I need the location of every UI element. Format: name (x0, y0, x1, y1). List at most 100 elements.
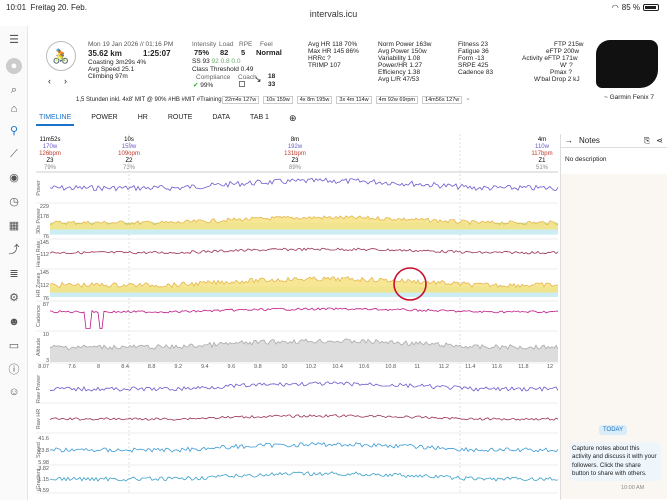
cadence: Cadence 83 (458, 69, 494, 76)
chart-row-30s-power[interactable]: 30s Power22917876 (36, 204, 559, 240)
redacted-image (596, 40, 658, 88)
chart-row-altitude[interactable]: Altitude103 (36, 332, 559, 364)
tab-data[interactable]: DATA (209, 112, 233, 126)
tab-hr[interactable]: HR (135, 112, 151, 126)
device-name: ~ Garmin Fenix 7 (604, 94, 655, 101)
compliance-value: ✔ 99% (193, 82, 214, 89)
max-hr: Max HR 145 86% (308, 48, 359, 55)
smiley-icon[interactable]: ☺ (6, 384, 22, 400)
chart-row-raw-power[interactable]: Raw Power (36, 375, 559, 404)
ss-row: SS 93 92 0.8 0.0 (192, 58, 241, 65)
add-tab-icon[interactable]: ⊕ (286, 112, 300, 126)
share-icon[interactable]: ⋖ (656, 136, 663, 145)
interval-chip[interactable]: 14m56s 127w (422, 96, 463, 104)
chart-row-speed[interactable]: Speed41.623.85.98 (36, 436, 559, 466)
x-tick: 11.6 (492, 364, 502, 370)
url-bar[interactable]: intervals.icu (0, 9, 667, 19)
variability: Variability 1.08 (378, 55, 421, 62)
chart-row-power[interactable]: Power (36, 177, 559, 204)
message-time: 10:00 AM (621, 485, 645, 491)
x-tick: 11.4 (465, 364, 475, 370)
interval-chip[interactable]: 10s 159w (263, 96, 293, 104)
chart-row-hr-zones[interactable]: HR Zones14511276 (36, 270, 559, 302)
ratio-a: 18 (268, 73, 276, 80)
attach-icon[interactable]: ⎘ (644, 136, 650, 146)
y-tick: 145 (40, 240, 49, 246)
feel-select[interactable]: Normal (256, 48, 282, 57)
zone-fill (50, 215, 558, 230)
timeline-chart[interactable]: 11m52s 170w 126bpm Z3 79% 10s 159w 109bp… (36, 134, 559, 494)
interval-summary-1[interactable]: 11m52s 170w 126bpm Z3 79% (39, 137, 61, 171)
chart-row-heart-rate[interactable]: Heart Rate145112 (36, 240, 559, 270)
series-line (49, 307, 559, 329)
compliance-label: Compliance (196, 74, 231, 81)
timeline-svg[interactable]: 11m52s 170w 126bpm Z3 79% 10s 159w 109bp… (36, 134, 559, 494)
y-tick: -4.59 (36, 488, 49, 494)
activity-eftp: Activity eFTP 171w (522, 55, 578, 62)
x-tick: 8.8 (148, 364, 156, 370)
interval-summary-3[interactable]: 8m 192w 131bpm Z3 89% (284, 137, 306, 171)
interval-chip[interactable]: 22m4s 127w (222, 96, 260, 104)
notes-header: → Notes ⎘ ⋖ (561, 134, 667, 148)
svg-text:126bpm: 126bpm (39, 151, 61, 157)
series-line (49, 247, 559, 255)
people-icon[interactable]: ☻ (6, 314, 22, 330)
pmax: Pmax ? (550, 69, 573, 76)
calendar-icon[interactable]: ▦ (6, 218, 22, 234)
sidebar: ☰ ● ⌕ ⌂ ⚲ ⟋ ◉ ◷ ▦ ⤴ ≣ ⚙ ☻ ▭ ⓘ ☺ (0, 26, 28, 500)
y-tick: 10 (43, 332, 49, 338)
x-axis: 8.07 7.6 8 8.4 8.8 9.2 9.4 9.6 9.8 10 10.2 10.4 10.6… (38, 364, 553, 370)
row-label: 30s Power (36, 208, 42, 234)
svg-text:89%: 89% (289, 165, 302, 171)
collapse-arrow-icon[interactable]: → (565, 136, 573, 145)
intensity-label: Intensity (192, 41, 217, 48)
avatar-icon[interactable]: ● (6, 58, 22, 74)
tab-timeline[interactable]: TIMELINE (36, 112, 75, 126)
interval-chip[interactable]: 3x 4m 114w (336, 96, 372, 104)
bar-list-icon[interactable]: ≣ (6, 266, 22, 282)
fitness: Fitness 23 (458, 41, 488, 48)
svg-text:Z1: Z1 (538, 158, 546, 164)
chart-row-cadence[interactable]: Cadence 87 (36, 302, 559, 332)
svg-text:79%: 79% (44, 165, 57, 171)
menu-icon[interactable]: ☰ (6, 32, 22, 48)
y-tick: 1.15 (38, 477, 49, 483)
power-hr: Power/HR 1.27 (378, 62, 423, 69)
chart-row-raw-hr[interactable]: Raw HR (36, 409, 559, 434)
coach-checkbox[interactable] (239, 81, 245, 87)
cycling-icon: 🚴 (46, 41, 76, 71)
x-tick: 11 (414, 364, 420, 370)
battery-icon (643, 4, 659, 11)
info-icon[interactable]: ⓘ (6, 362, 22, 378)
next-arrow-icon[interactable]: › (64, 76, 67, 86)
interval-summary-4[interactable]: 4m 110w 117bpm Z1 51% (531, 137, 552, 171)
y-tick: 178 (40, 214, 49, 220)
tab-route[interactable]: ROUTE (165, 112, 196, 126)
interval-chip[interactable]: 4x 8m 195w (296, 96, 333, 104)
tab-bar: TIMELINE POWER HR ROUTE DATA TAB 1 ⊕ (36, 112, 300, 126)
series-line (49, 177, 559, 192)
compass-icon[interactable]: ◉ (6, 170, 22, 186)
trend-icon[interactable]: ⤴ (6, 242, 22, 258)
wprime: W' ? (560, 62, 573, 69)
activity-bike-icon[interactable]: ⚲ (6, 123, 22, 139)
home-icon[interactable]: ⌂ (6, 101, 22, 117)
prev-arrow-icon[interactable]: ‹ (48, 76, 51, 86)
tab-power[interactable]: POWER (88, 112, 120, 126)
watch-icon[interactable]: ◷ (6, 194, 22, 210)
y-tick: 3.82 (38, 466, 49, 472)
tab-1[interactable]: TAB 1 (247, 112, 272, 126)
chart-row-gradient[interactable]: Gradient3.821.15-4.59 (36, 466, 559, 494)
rpe-select[interactable]: 5 (241, 48, 245, 57)
row-label: Power (36, 180, 42, 196)
fitness-chart-icon[interactable]: ⟋ (6, 146, 22, 162)
settings-gear-icon[interactable]: ⚙ (6, 290, 22, 306)
interval-chip[interactable]: 4m 92w 69rpm (375, 96, 419, 104)
search-intervals-icon[interactable]: ⌕ (466, 96, 470, 104)
chat-icon[interactable]: ▭ (6, 338, 22, 354)
y-tick: 145 (40, 270, 49, 276)
search-icon[interactable]: ⌕ (6, 82, 22, 98)
x-tick: 10.8 (385, 364, 396, 370)
x-tick: 12 (547, 364, 553, 370)
avg-hr: Avg HR 118 70% (308, 41, 358, 48)
